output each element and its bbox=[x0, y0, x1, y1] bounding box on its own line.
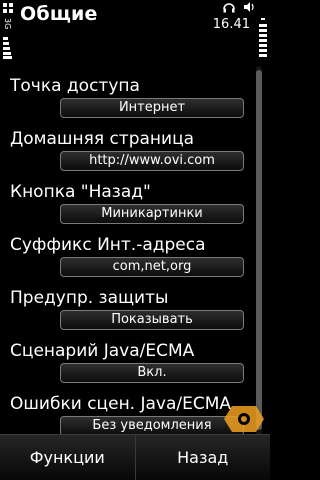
settings-list: Точка доступа Интернет Домашняя страница… bbox=[0, 70, 254, 441]
setting-label: Домашняя страница bbox=[10, 129, 195, 149]
setting-value-field[interactable]: Интернет bbox=[60, 98, 244, 118]
options-softkey[interactable]: Функции bbox=[0, 435, 135, 480]
setting-value-field[interactable]: Миникартинки bbox=[60, 204, 244, 224]
page-title: Общие bbox=[20, 3, 98, 25]
status-bar: Общие 3G 16.41 bbox=[0, 0, 270, 60]
setting-label: Ошибки сцен. Java/ECMA bbox=[10, 394, 232, 414]
setting-address-suffix[interactable]: Суффикс Инт.-адреса com,net,org bbox=[0, 229, 254, 282]
headset-icon bbox=[223, 3, 235, 13]
setting-java-ecma-script[interactable]: Сценарий Java/ECMA Вкл. bbox=[0, 335, 254, 388]
setting-back-button[interactable]: Кнопка "Назад" Миникартинки bbox=[0, 176, 254, 229]
volume-icon bbox=[244, 2, 254, 12]
battery-icon bbox=[259, 18, 267, 57]
setting-value-field[interactable]: Показывать bbox=[60, 310, 244, 330]
watermark-logo-icon bbox=[224, 406, 264, 432]
setting-label: Кнопка "Назад" bbox=[10, 182, 151, 202]
setting-label: Предупр. защиты bbox=[10, 288, 169, 308]
setting-value-field[interactable]: http://www.ovi.com bbox=[60, 151, 244, 171]
setting-value-field[interactable]: com,net,org bbox=[60, 257, 244, 277]
softkey-bar: Функции Назад bbox=[0, 434, 270, 480]
clock: 16.41 bbox=[212, 17, 250, 32]
back-softkey[interactable]: Назад bbox=[134, 435, 271, 480]
setting-label: Суффикс Инт.-адреса bbox=[10, 235, 206, 255]
network-type-label: 3G bbox=[3, 18, 12, 30]
status-icons bbox=[222, 0, 256, 14]
setting-value-field[interactable]: Без уведомления bbox=[60, 416, 244, 436]
setting-security-warnings[interactable]: Предупр. защиты Показывать bbox=[0, 282, 254, 335]
screen: Общие 3G 16.41 Точка доступа Интернет До… bbox=[0, 0, 270, 480]
scrollbar[interactable] bbox=[256, 66, 262, 436]
setting-label: Точка доступа bbox=[10, 76, 140, 96]
setting-label: Сценарий Java/ECMA bbox=[10, 341, 195, 361]
options-icon[interactable] bbox=[3, 3, 13, 13]
setting-value-field[interactable]: Вкл. bbox=[60, 363, 244, 383]
setting-home-page[interactable]: Домашняя страница http://www.ovi.com bbox=[0, 123, 254, 176]
scrollbar-thumb[interactable] bbox=[256, 70, 262, 430]
setting-access-point[interactable]: Точка доступа Интернет bbox=[0, 70, 254, 123]
